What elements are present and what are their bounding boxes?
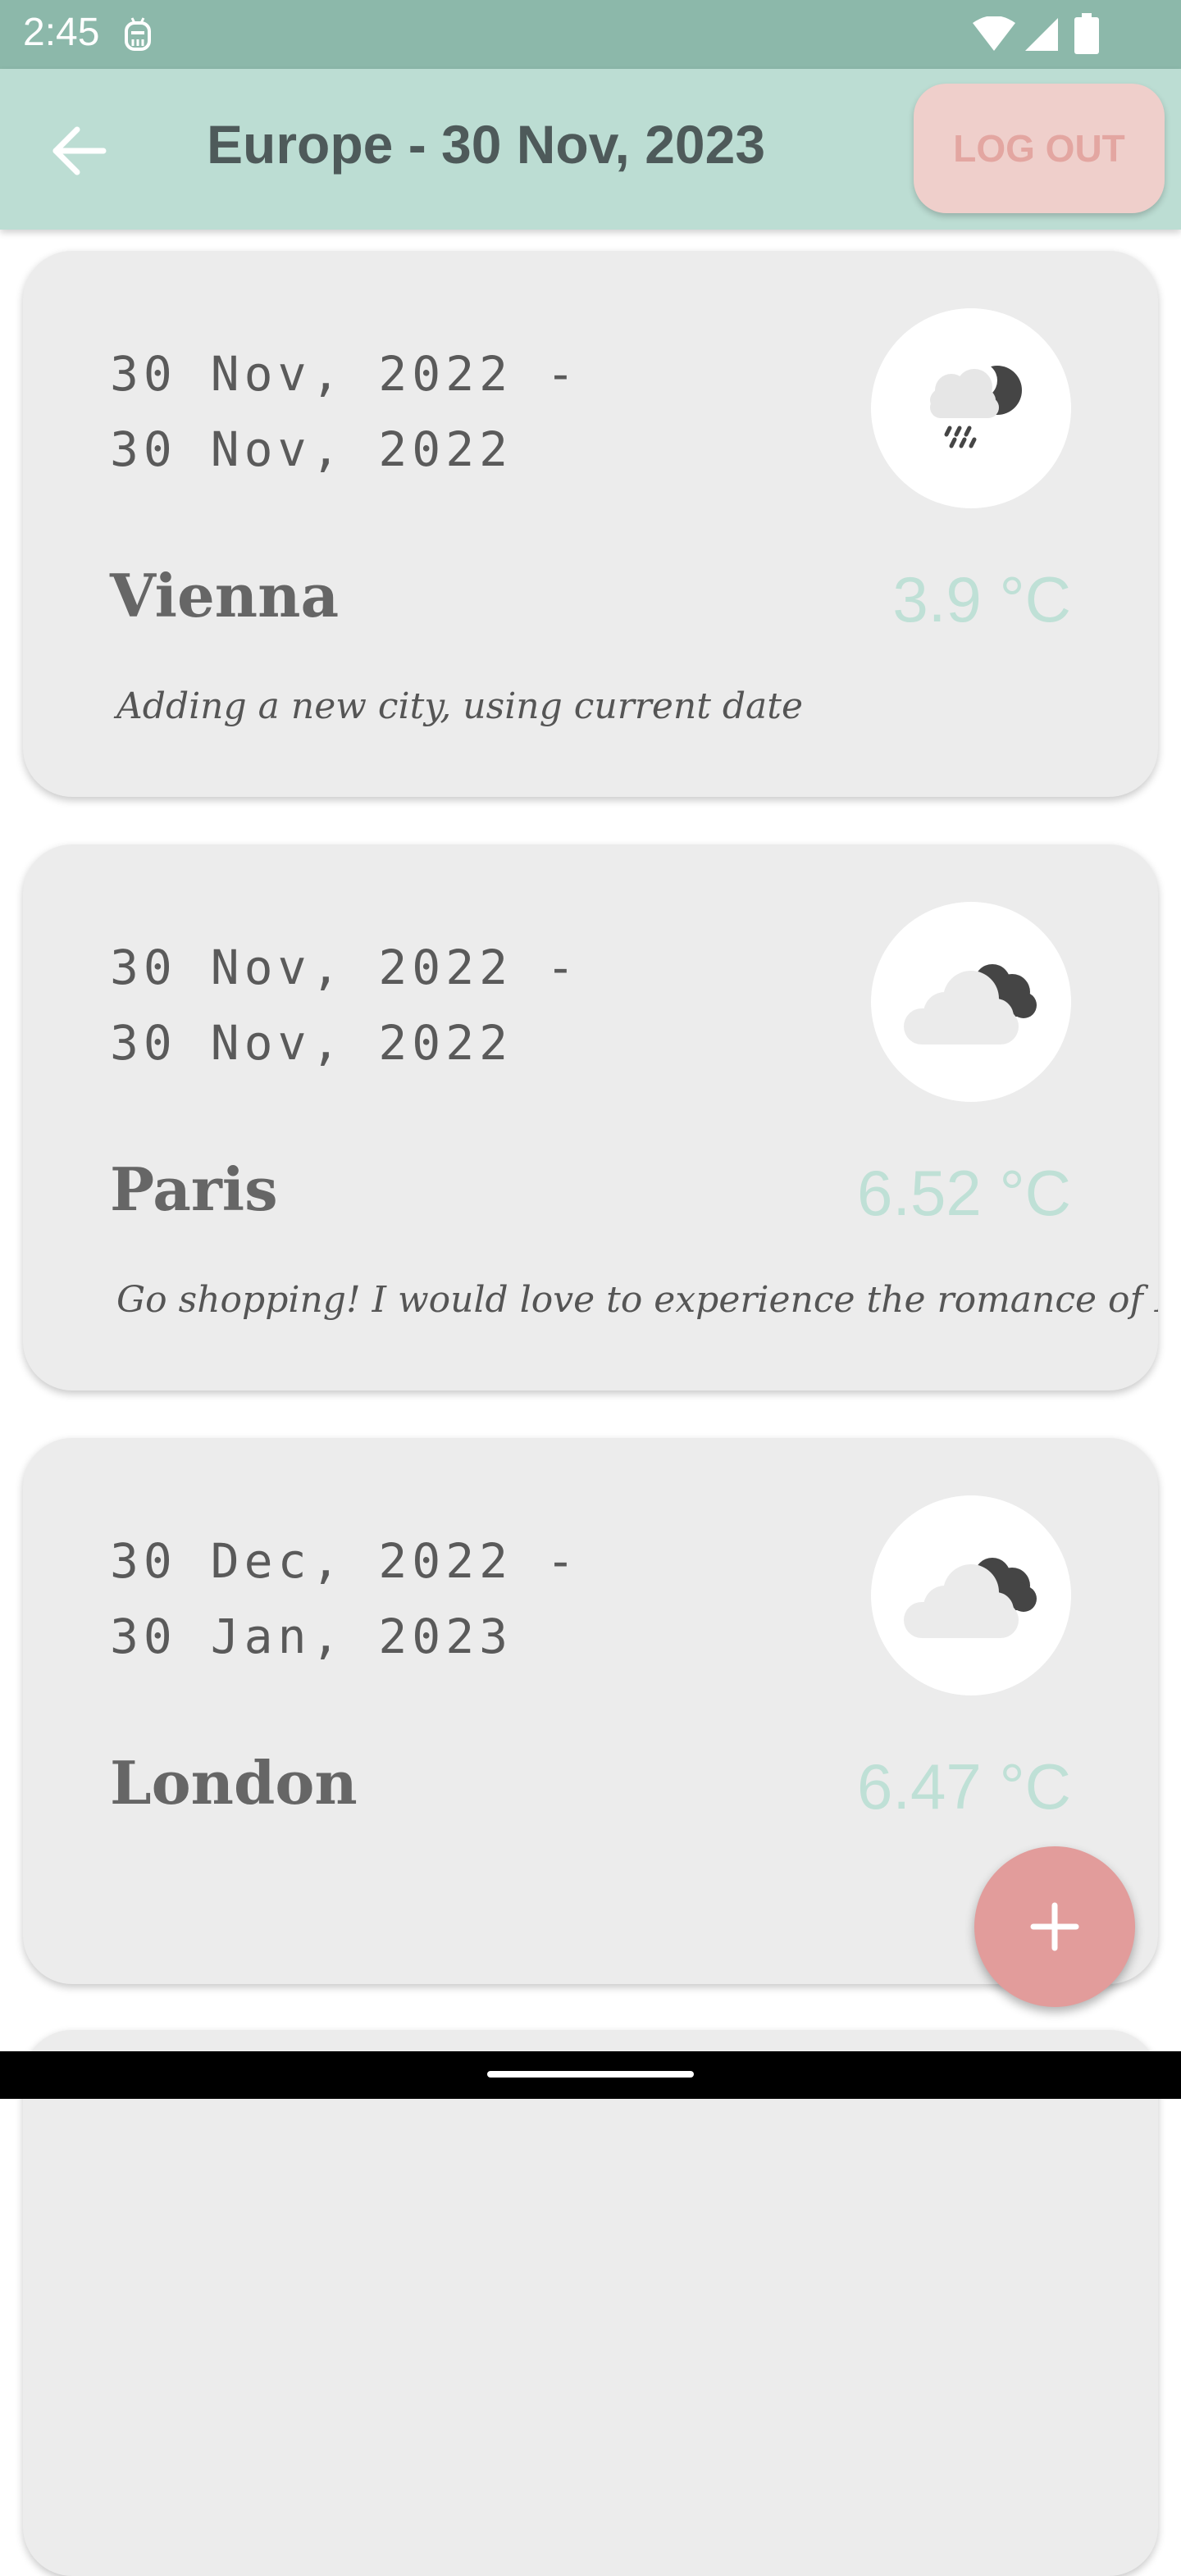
trip-dates: 30 Nov, 2022 - 30 Nov, 2022 — [110, 930, 580, 1081]
page-title: Europe - 30 Nov, 2023 — [207, 114, 766, 175]
status-time: 2:45 — [23, 11, 100, 54]
date-end: 30 Nov, 2022 — [110, 421, 513, 477]
cloudy-night-icon — [904, 1558, 1037, 1638]
trip-note: Adding a new city, using current date — [116, 685, 803, 727]
date-start: 30 Nov, 2022 - — [110, 940, 580, 995]
plus-icon — [1030, 1902, 1079, 1951]
city-name: London — [110, 1748, 358, 1818]
trip-card-vienna[interactable]: 30 Nov, 2022 - 30 Nov, 2022 Vienna 3.9 °… — [23, 251, 1158, 797]
date-end: 30 Nov, 2022 — [110, 1015, 513, 1071]
temperature: 6.52 °C — [856, 1157, 1071, 1229]
add-trip-button[interactable] — [974, 1846, 1135, 2007]
trip-dates: 30 Nov, 2022 - 30 Nov, 2022 — [110, 336, 580, 487]
weather-badge — [871, 1495, 1071, 1695]
back-arrow-icon[interactable] — [46, 118, 112, 184]
system-nav-bar — [0, 2051, 1181, 2099]
app-bar: Europe - 30 Nov, 2023 LOG OUT — [0, 69, 1181, 230]
status-bar: 2:45 — [0, 0, 1181, 69]
trip-card-partial[interactable] — [23, 2030, 1158, 2576]
date-start: 30 Dec, 2022 - — [110, 1533, 580, 1589]
notification-icon — [125, 17, 151, 51]
logout-button[interactable]: LOG OUT — [914, 84, 1165, 213]
trip-card-paris[interactable]: 30 Nov, 2022 - 30 Nov, 2022 Paris 6.52 °… — [23, 844, 1158, 1390]
battery-icon — [1074, 13, 1099, 54]
date-end: 30 Jan, 2023 — [110, 1609, 513, 1664]
wifi-icon — [973, 16, 1015, 51]
trip-dates: 30 Dec, 2022 - 30 Jan, 2023 — [110, 1523, 580, 1674]
cloudy-night-icon — [904, 964, 1037, 1045]
city-name: Paris — [110, 1154, 278, 1224]
weather-badge — [871, 902, 1071, 1102]
city-name: Vienna — [110, 561, 340, 630]
temperature: 6.47 °C — [856, 1750, 1071, 1823]
trip-note: Go shopping! I would love to experience … — [116, 1279, 1158, 1321]
temperature: 3.9 °C — [892, 563, 1071, 635]
date-start: 30 Nov, 2022 - — [110, 346, 580, 402]
home-gesture-handle[interactable] — [487, 2071, 694, 2078]
signal-icon — [1025, 18, 1058, 51]
rain-night-icon — [930, 362, 1022, 448]
weather-badge — [871, 308, 1071, 508]
